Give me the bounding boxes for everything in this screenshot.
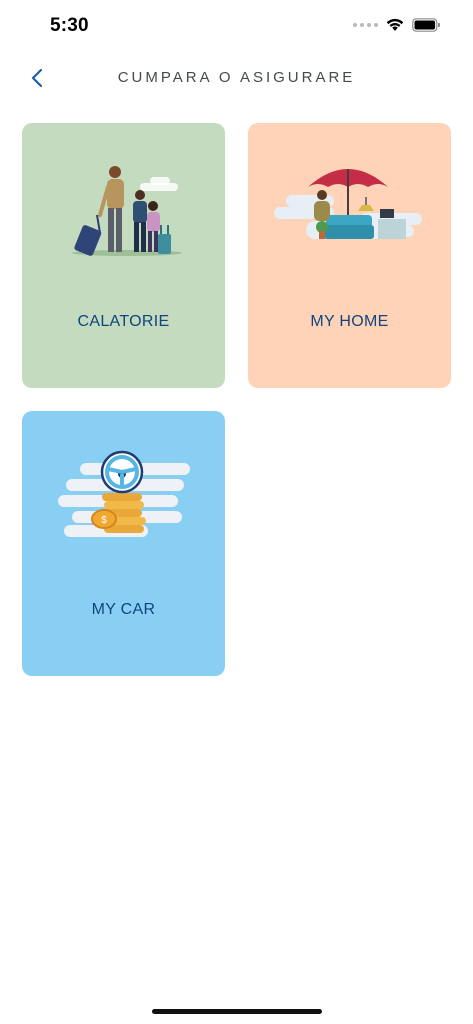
svg-text:$: $ [101,515,107,526]
status-time: 5:30 [50,15,89,36]
home-umbrella-illustration [274,169,422,239]
insurance-card-my-home[interactable]: MY HOME [248,123,451,388]
card-label: CALATORIE [77,313,170,330]
card-label: MY CAR [91,601,156,618]
status-bar: 5:30 [0,0,473,54]
family-travel-illustration [72,166,182,256]
home-indicator[interactable] [152,1009,322,1014]
insurance-card-my-car[interactable]: $ MY CAR [22,411,225,676]
card-label: MY HOME [310,313,389,330]
steering-wheel-coins-illustration: $ [58,450,190,537]
insurance-card-calatorie[interactable]: CALATORIE [22,123,225,388]
status-icons [353,18,441,32]
battery-icon [412,18,440,32]
page-title: CUMPARA O ASIGURARE [117,69,356,86]
nav-bar: CUMPARA O ASIGURARE [0,56,473,100]
wifi-icon [386,18,404,31]
cellular-signal-icon [353,23,378,27]
